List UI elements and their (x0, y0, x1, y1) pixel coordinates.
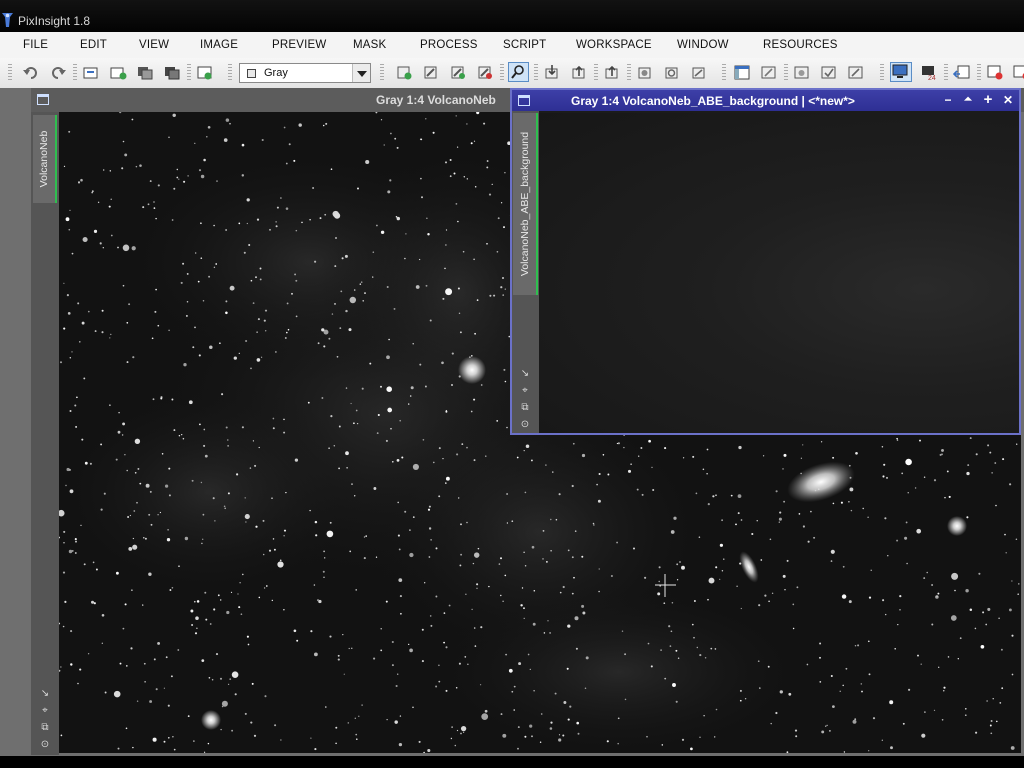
toolbar-grip[interactable] (228, 64, 232, 82)
title-bar: PixInsight 1.8 (0, 0, 1024, 32)
menu-view[interactable]: VIEW (139, 39, 169, 51)
minimize-button[interactable]: − (941, 93, 955, 107)
mask-enable-icon[interactable] (663, 64, 681, 81)
zoom-actual-icon[interactable] (476, 64, 494, 81)
view-tab-label: VolcanoNeb (38, 130, 50, 188)
menu-bar: FILE EDIT VIEW IMAGE PREVIEW MASK PROCES… (0, 32, 1024, 59)
new-preview-icon[interactable] (196, 64, 214, 81)
menu-image[interactable]: IMAGE (200, 39, 238, 51)
maximize-button[interactable]: + (981, 92, 995, 107)
shade-button[interactable]: ⏶ (961, 93, 975, 107)
toolbar-grip[interactable] (722, 64, 726, 82)
center-icon[interactable]: ⌖ (518, 382, 532, 399)
menu-resources[interactable]: RESOURCES (763, 39, 838, 51)
zoom-out-icon[interactable] (422, 64, 440, 81)
menu-preview[interactable]: PREVIEW (272, 39, 326, 51)
chevron-down-icon[interactable] (352, 64, 370, 82)
undo-icon[interactable] (22, 64, 40, 81)
center-icon[interactable]: ⌖ (38, 702, 52, 719)
toolbar-grip[interactable] (944, 64, 948, 82)
float-window-title: Gray 1:4 VolcanoNeb_ABE_background | <*n… (571, 94, 855, 108)
mask-invert-icon[interactable] (636, 64, 654, 81)
grid-icon[interactable] (760, 64, 778, 81)
identifier-icon[interactable]: ⊙ (518, 416, 532, 433)
view-tab-volcanoneb[interactable]: VolcanoNeb (33, 115, 57, 203)
mask-show-icon[interactable] (603, 64, 621, 81)
main-window-title: Gray 1:4 VolcanoNeb (376, 93, 496, 107)
pixinsight-logo-icon (2, 13, 13, 27)
mask-hide-icon[interactable] (690, 64, 708, 81)
new-image-icon[interactable] (82, 64, 100, 81)
readout-mode-icon[interactable] (508, 62, 529, 82)
fit-window-icon[interactable]: ↘ (518, 365, 532, 382)
menu-file[interactable]: FILE (23, 39, 48, 51)
toolbar-grip[interactable] (500, 64, 504, 82)
toolbar-grip[interactable] (73, 64, 77, 82)
side-icons: ↘ ⌖ ⧉ ⊙ (518, 365, 532, 433)
float-window-header[interactable]: Gray 1:4 VolcanoNeb_ABE_background | <*n… (512, 90, 1019, 111)
stf-auto-icon[interactable] (543, 64, 561, 81)
redo-icon[interactable] (49, 64, 67, 81)
histogram-icon[interactable]: 24 (920, 64, 938, 81)
colorspace-select[interactable]: Gray (239, 63, 371, 83)
window-icon[interactable] (793, 64, 811, 81)
toolbar-grip[interactable] (380, 64, 384, 82)
menu-mask[interactable]: MASK (353, 39, 386, 51)
stf-reset-icon[interactable] (570, 64, 588, 81)
toolbar-grip[interactable] (784, 64, 788, 82)
close-view-icon[interactable] (986, 64, 1004, 81)
menu-edit[interactable]: EDIT (80, 39, 107, 51)
export-icon[interactable] (847, 64, 865, 81)
colorspace-value: Gray (264, 67, 288, 79)
bottom-border (0, 756, 1024, 768)
clone-view-icon[interactable]: ⧉ (518, 399, 532, 416)
gray-swatch-icon (247, 69, 256, 78)
duplicate-icon[interactable] (109, 64, 127, 81)
monitor-icon[interactable] (890, 62, 912, 82)
close-button[interactable]: ✕ (1001, 93, 1015, 107)
main-window-sidebar: VolcanoNeb ↘ ⌖ ⧉ ⊙ (31, 112, 59, 755)
menu-workspace[interactable]: WORKSPACE (576, 39, 652, 51)
zoom-fit-icon[interactable] (449, 64, 467, 81)
clone-icon[interactable] (136, 64, 154, 81)
view-tab-volcanoneb-abe-background[interactable]: VolcanoNeb_ABE_background (513, 113, 538, 295)
menu-script[interactable]: SCRIPT (503, 39, 546, 51)
toolbar: 24 (0, 58, 1024, 89)
zoom-in-icon[interactable] (395, 64, 413, 81)
clone-view-icon[interactable]: ⧉ (38, 719, 52, 736)
toolbar-grip[interactable] (594, 64, 598, 82)
background-model-image[interactable] (539, 113, 1019, 433)
fit-icon[interactable] (163, 64, 181, 81)
window-icon[interactable] (518, 95, 530, 106)
window-icon[interactable] (37, 94, 49, 105)
close-all-icon[interactable] (1012, 64, 1024, 81)
fit-window-icon[interactable]: ↘ (38, 685, 52, 702)
menu-process[interactable]: PROCESS (420, 39, 478, 51)
view-tab-label: VolcanoNeb_ABE_background (518, 131, 531, 277)
menu-window[interactable]: WINDOW (677, 39, 729, 51)
screen-icon[interactable] (733, 64, 751, 81)
float-window-sidebar: VolcanoNeb_ABE_background ↘ ⌖ ⧉ ⊙ (512, 111, 539, 433)
toolbar-grip[interactable] (880, 64, 884, 82)
app-title: PixInsight 1.8 (18, 14, 91, 28)
side-icons: ↘ ⌖ ⧉ ⊙ (38, 685, 52, 753)
toolbar-grip[interactable] (8, 64, 12, 82)
toolbar-grip[interactable] (187, 64, 191, 82)
toolbar-grip[interactable] (627, 64, 631, 82)
svg-text:24: 24 (928, 75, 936, 81)
new-instance-icon[interactable] (953, 64, 971, 81)
toolbar-grip[interactable] (534, 64, 538, 82)
identifier-icon[interactable]: ⊙ (38, 736, 52, 753)
toolbar-grip[interactable] (977, 64, 981, 82)
background-model-window: Gray 1:4 VolcanoNeb_ABE_background | <*n… (510, 88, 1021, 435)
process-icon[interactable] (820, 64, 838, 81)
